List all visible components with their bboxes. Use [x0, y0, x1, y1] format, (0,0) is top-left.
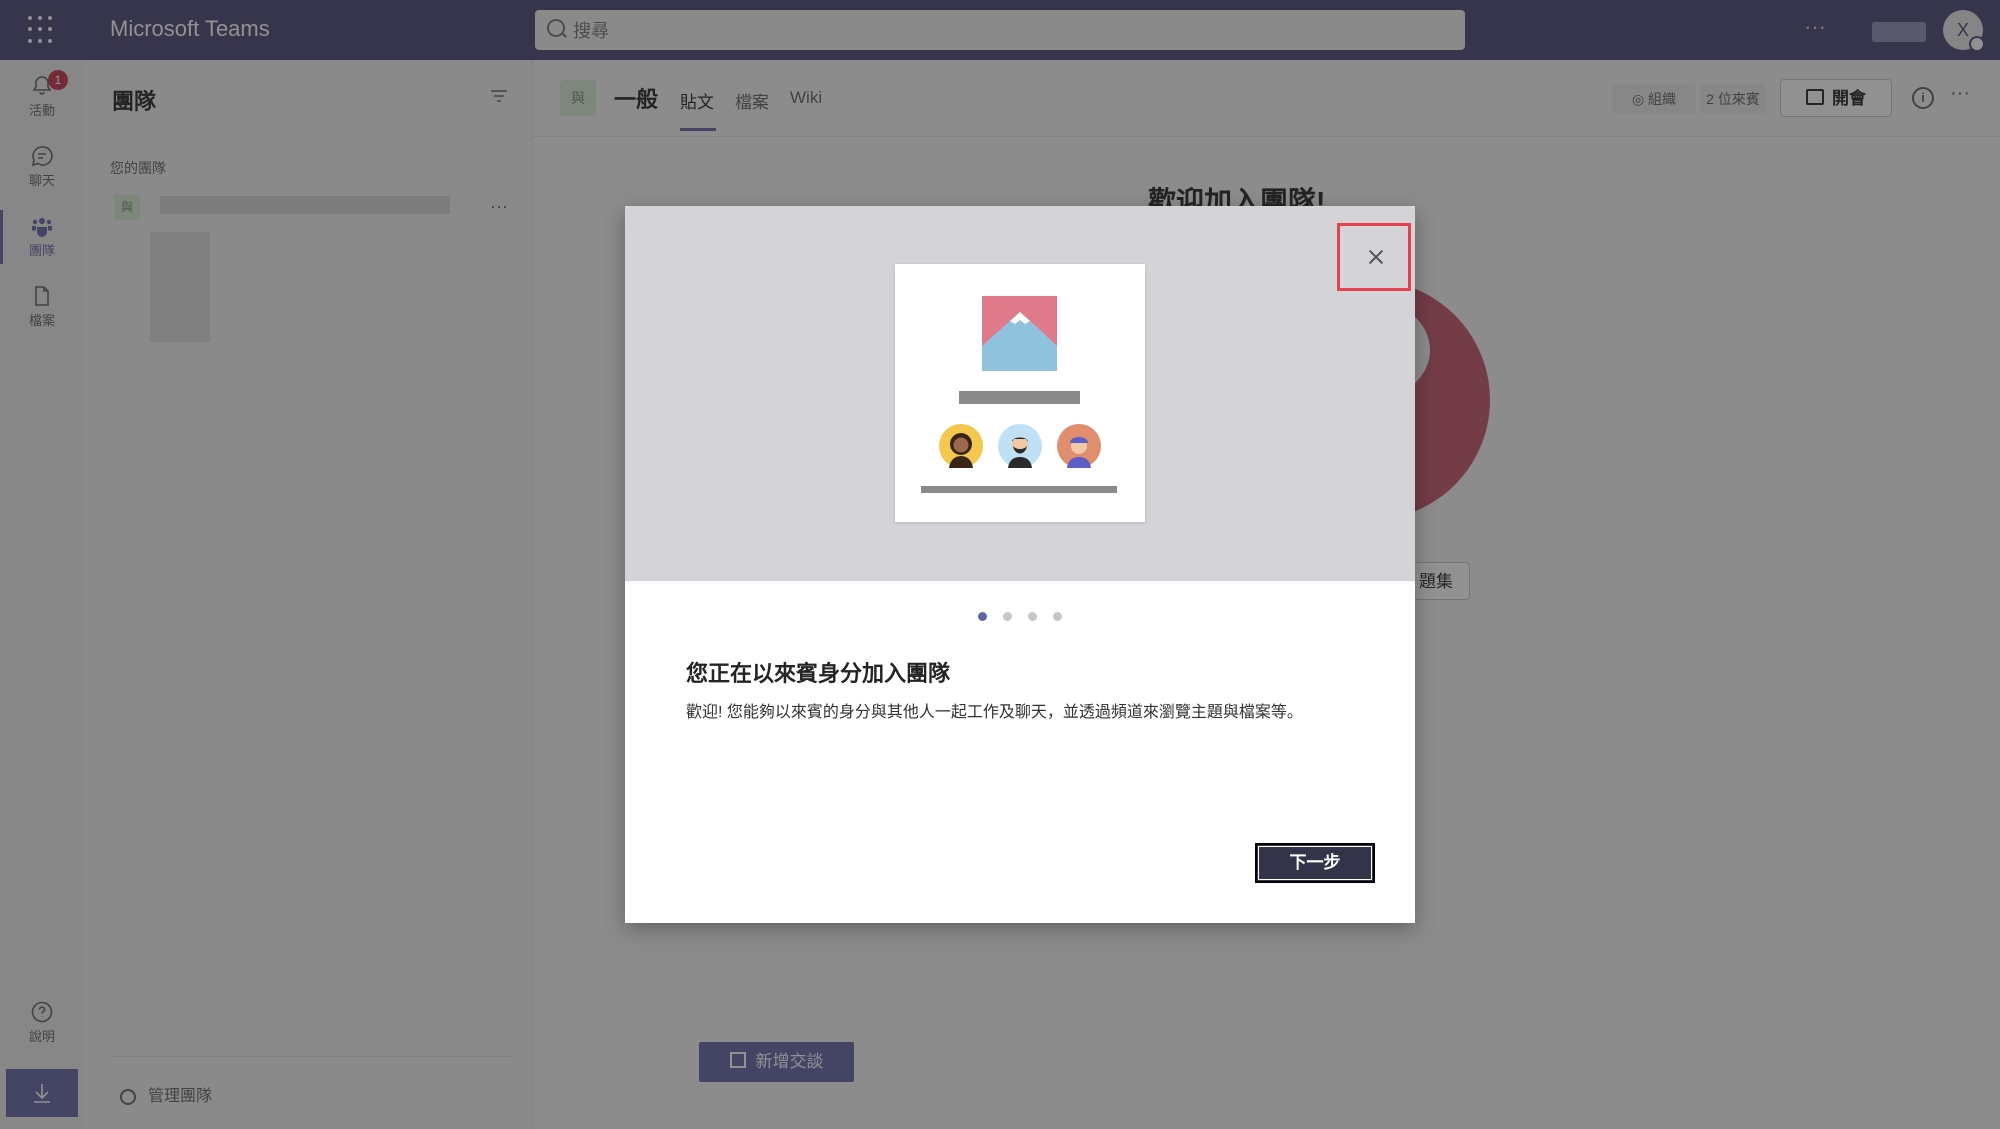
person-avatar-icon [1057, 424, 1101, 468]
pagination-dot[interactable] [1028, 612, 1037, 621]
card-text-placeholder [921, 486, 1117, 493]
person-avatar-icon [939, 424, 983, 468]
dialog-body: 歡迎! 您能夠以來賓的身分與其他人一起工作及聊天，並透過頻道來瀏覽主題與檔案等。 [686, 704, 1303, 721]
next-button[interactable]: 下一步 [1255, 843, 1375, 883]
pagination-dot-active[interactable] [978, 612, 987, 621]
person-avatar-icon [998, 424, 1042, 468]
close-button[interactable] [1337, 223, 1411, 291]
pagination-dot[interactable] [1003, 612, 1012, 621]
card-title-placeholder [959, 391, 1080, 404]
mountain-image-icon [982, 296, 1057, 371]
pagination-dot[interactable] [1053, 612, 1062, 621]
dialog-title: 您正在以來賓身分加入團隊 [686, 661, 951, 686]
